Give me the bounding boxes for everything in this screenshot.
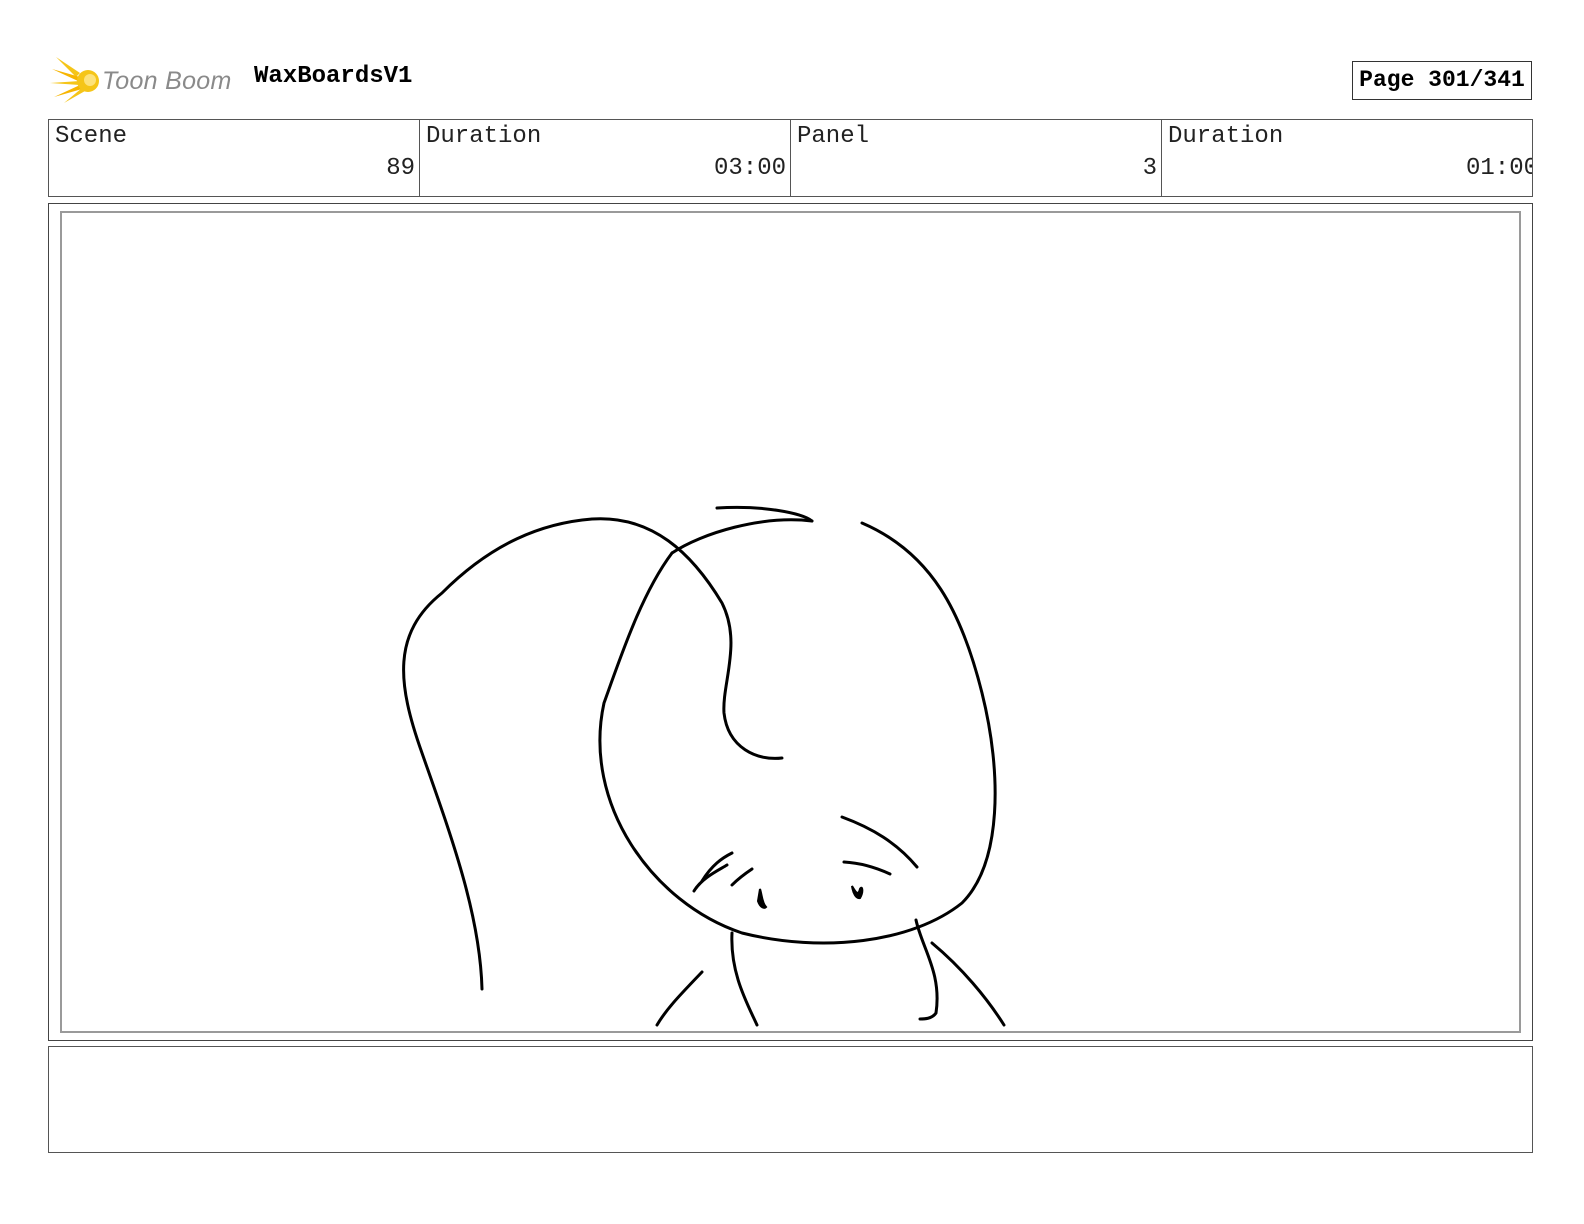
panel-label: Panel <box>797 123 870 150</box>
page-indicator: Page 301/341 <box>1352 61 1532 100</box>
neck-right <box>914 918 939 1021</box>
toon-boom-logo: Toon Boom <box>50 52 232 110</box>
scene-duration-value: 03:00 <box>713 155 786 182</box>
neck-left <box>730 931 759 1027</box>
panel-duration-cell: Duration 01:00 <box>1162 120 1532 196</box>
brow-right-2 <box>842 860 892 876</box>
shoulder-left <box>655 970 704 1027</box>
shoulder-right <box>930 941 1006 1027</box>
scene-duration-label: Duration <box>426 123 542 150</box>
head-outline <box>598 521 997 945</box>
eye-right <box>851 885 864 900</box>
scene-cell: Scene 89 <box>49 120 420 196</box>
scene-value: 89 <box>386 155 415 182</box>
scene-label: Scene <box>55 123 128 150</box>
panel-notes <box>48 1046 1533 1153</box>
storyboard-panel <box>60 211 1521 1033</box>
brow-right <box>840 815 919 869</box>
panel-cell: Panel 3 <box>791 120 1162 196</box>
project-title: WaxBoardsV1 <box>254 63 413 90</box>
panel-value: 3 <box>1142 155 1157 182</box>
top-arc <box>670 518 814 555</box>
info-row: Scene 89 Duration 03:00 Panel 3 Duration… <box>48 119 1533 197</box>
logo-text: Toon Boom <box>102 66 232 95</box>
character-sketch <box>402 505 1006 1027</box>
toon-boom-star-icon <box>50 53 102 110</box>
brow-left-3 <box>730 867 754 887</box>
hair-strand-left <box>402 517 784 991</box>
scene-duration-cell: Duration 03:00 <box>420 120 791 196</box>
eye-left <box>756 888 768 909</box>
storyboard-panel-frame <box>48 203 1533 1041</box>
panel-duration-value: 01:00 <box>1465 155 1532 182</box>
panel-duration-label: Duration <box>1168 123 1284 150</box>
